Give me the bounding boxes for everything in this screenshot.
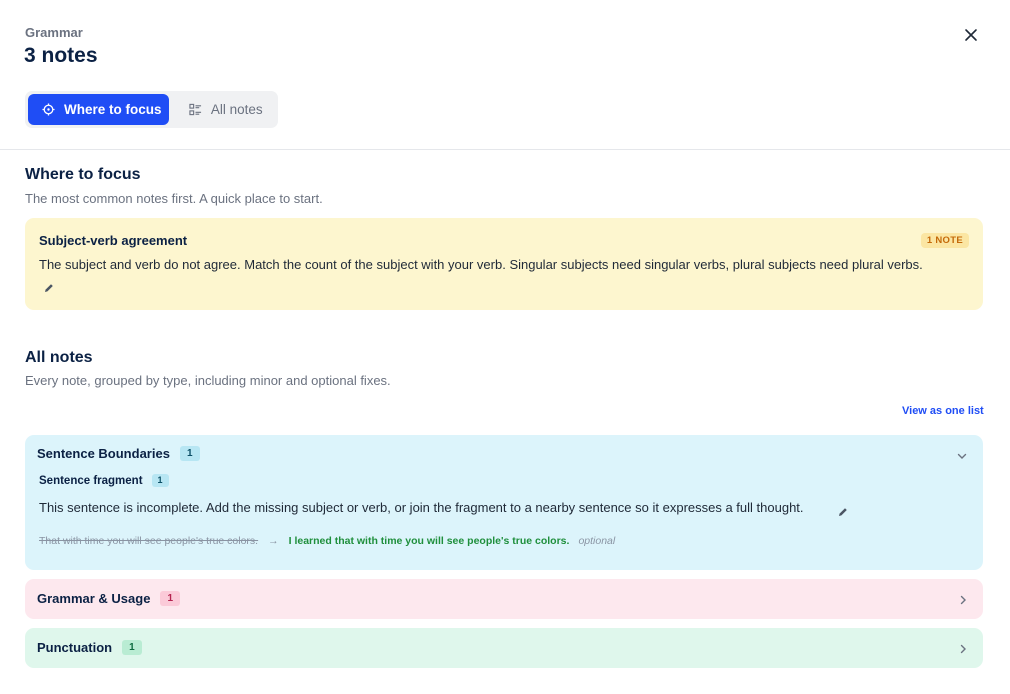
all-notes-subtitle: Every note, grouped by type, including m… — [25, 373, 391, 388]
note-type-count-badge: 1 — [151, 474, 169, 487]
focus-note-body: The subject and verb do not agree. Match… — [39, 257, 923, 272]
tab-all-notes[interactable]: All notes — [173, 94, 275, 125]
chevron-down-icon[interactable] — [956, 449, 968, 467]
group-name: Sentence Boundaries — [37, 446, 170, 461]
tab-where-to-focus[interactable]: Where to focus — [28, 94, 169, 125]
dialog-title: 3 notes — [24, 44, 98, 67]
group-header: Grammar & Usage 1 — [37, 591, 181, 606]
focus-section-title: Where to focus — [25, 166, 141, 183]
note-count-badge: 1 NOTE — [920, 233, 969, 248]
group-count-badge: 1 — [179, 446, 200, 461]
pencil-icon[interactable] — [44, 280, 54, 298]
focus-note-card[interactable]: Subject-verb agreement 1 NOTE The subjec… — [25, 218, 983, 310]
tab-label: All notes — [210, 102, 263, 117]
example-suggestion[interactable]: I learned that with time you will see pe… — [289, 535, 570, 547]
group-grammar-usage[interactable]: Grammar & Usage 1 — [25, 579, 983, 619]
chevron-right-icon — [957, 642, 969, 660]
example-original: That with time you will see people's tru… — [39, 535, 259, 547]
group-count-badge: 1 — [122, 640, 142, 655]
group-header: Punctuation 1 — [37, 640, 142, 655]
group-header[interactable]: Sentence Boundaries 1 — [37, 446, 200, 461]
group-count-badge: 1 — [160, 591, 181, 606]
group-sentence-boundaries: Sentence Boundaries 1 Sentence fragment … — [25, 435, 983, 570]
group-punctuation[interactable]: Punctuation 1 — [25, 628, 983, 668]
tab-label: Where to focus — [64, 102, 162, 117]
chevron-right-icon — [957, 593, 969, 611]
list-icon — [189, 103, 202, 116]
arrow-right-icon: → — [268, 535, 279, 547]
focus-note-heading: Subject-verb agreement — [39, 233, 188, 248]
group-name: Grammar & Usage — [37, 591, 151, 606]
dialog-header: Grammar 3 notes Where to focus All notes — [0, 0, 1010, 150]
view-tabs: Where to focus All notes — [25, 91, 278, 128]
close-button[interactable] — [956, 22, 986, 52]
focus-section-subtitle: The most common notes first. A quick pla… — [25, 191, 323, 206]
view-as-one-list-link[interactable]: View as one list — [902, 405, 984, 417]
note-type-header: Sentence fragment 1 — [39, 474, 169, 487]
close-icon — [964, 28, 978, 47]
pencil-icon[interactable] — [838, 504, 848, 522]
crosshair-icon — [42, 103, 55, 116]
note-type-name: Sentence fragment — [39, 474, 143, 487]
example-optional-label: optional — [578, 535, 616, 547]
all-notes-title: All notes — [25, 349, 93, 366]
note-body: This sentence is incomplete. Add the mis… — [39, 500, 804, 515]
note-example: That with time you will see people's tru… — [39, 535, 615, 547]
dialog-eyebrow: Grammar — [25, 25, 83, 40]
group-name: Punctuation — [37, 640, 113, 655]
